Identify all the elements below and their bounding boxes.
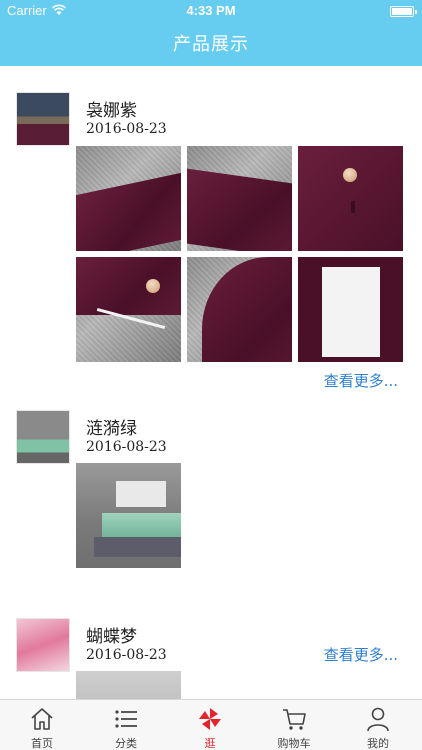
- post-date: 2016-08-23: [86, 121, 167, 137]
- list-item: 袅娜紫 2016-08-23 查看更多...: [0, 66, 422, 406]
- product-feed[interactable]: 袅娜紫 2016-08-23 查看更多... 涟漪绿 2016-08-23 查看…: [0, 66, 422, 699]
- photo-thumbnail[interactable]: [76, 146, 181, 251]
- post-date: 2016-08-23: [86, 647, 167, 663]
- status-bar: Carrier 4:33 PM: [0, 0, 422, 22]
- tab-label: 首页: [31, 737, 53, 750]
- clock: 4:33 PM: [186, 3, 236, 18]
- photo-thumbnail[interactable]: [187, 146, 292, 251]
- avatar[interactable]: [16, 618, 70, 672]
- product-name[interactable]: 涟漪绿: [86, 414, 137, 439]
- battery-icon: [390, 6, 417, 17]
- user-icon: [367, 707, 389, 732]
- pinwheel-icon: [199, 708, 221, 730]
- tab-mine[interactable]: 我的: [336, 700, 420, 750]
- tab-label: 逛: [204, 737, 216, 750]
- tab-home[interactable]: 首页: [0, 700, 84, 750]
- home-icon: [31, 708, 53, 730]
- photo-thumbnail[interactable]: [76, 463, 181, 568]
- tab-bar: 首页 分类 逛 购物车 我的: [0, 699, 422, 750]
- page-title: 产品展示: [173, 34, 249, 55]
- photo-thumbnail[interactable]: [76, 671, 181, 699]
- list-icon: [115, 710, 137, 728]
- list-item: 蝴蝶梦 2016-08-23: [0, 616, 422, 699]
- product-name[interactable]: 蝴蝶梦: [86, 622, 137, 647]
- tab-category[interactable]: 分类: [84, 700, 168, 750]
- photo-thumbnail[interactable]: [76, 257, 181, 362]
- avatar[interactable]: [16, 410, 70, 464]
- photo-thumbnail[interactable]: [187, 257, 292, 362]
- tab-label: 我的: [367, 737, 389, 750]
- cart-icon: [283, 709, 306, 730]
- product-name[interactable]: 袅娜紫: [86, 96, 137, 121]
- navigation-bar: Carrier 4:33 PM 产品展示: [0, 0, 422, 66]
- avatar[interactable]: [16, 92, 70, 146]
- photo-thumbnail[interactable]: [298, 257, 403, 362]
- tab-label: 购物车: [277, 737, 311, 750]
- list-item: 涟漪绿 2016-08-23 查看更多...: [0, 408, 422, 664]
- photo-thumbnail[interactable]: [298, 146, 403, 251]
- tab-label: 分类: [115, 737, 137, 750]
- photo-grid: [76, 146, 403, 362]
- tab-cart[interactable]: 购物车: [252, 700, 336, 750]
- see-more-link[interactable]: 查看更多...: [324, 370, 398, 391]
- post-date: 2016-08-23: [86, 439, 167, 455]
- tab-browse[interactable]: 逛: [168, 700, 252, 750]
